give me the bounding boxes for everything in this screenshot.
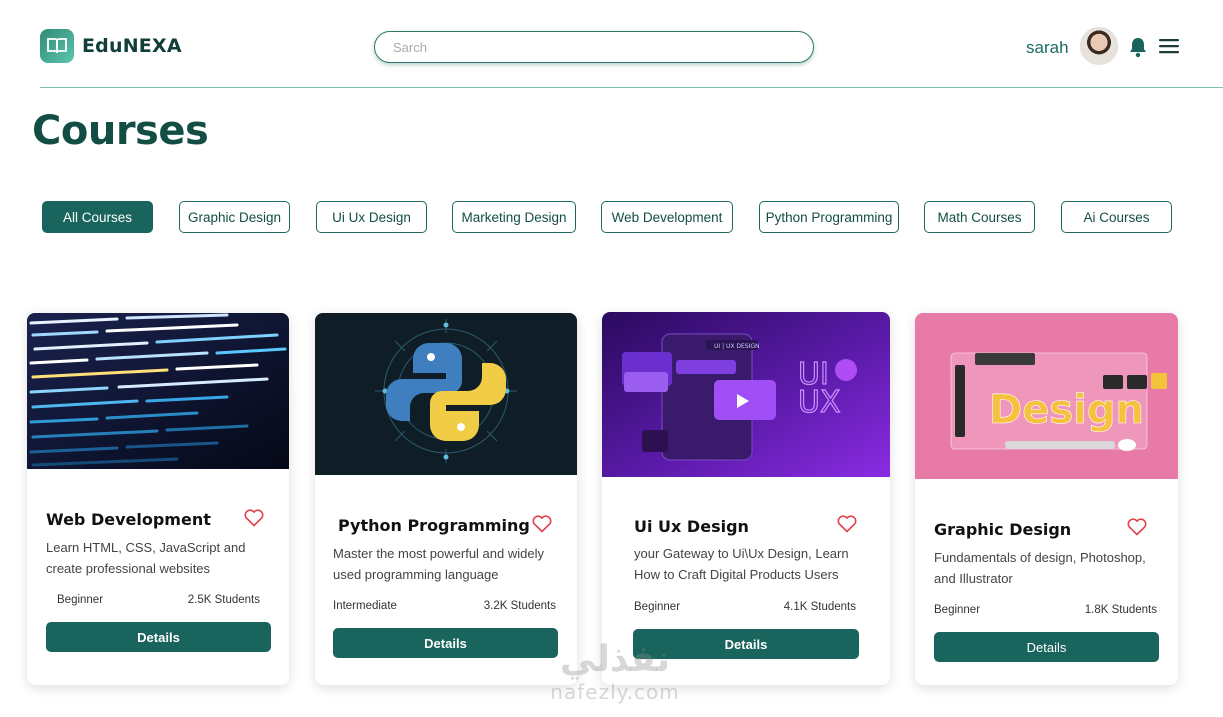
- course-card-ui-ux-design[interactable]: UI | UX DESIGN UI UX Ui Ux Design your G…: [602, 312, 890, 685]
- course-level: Intermediate: [333, 600, 397, 612]
- brand-name: EduNEXA: [82, 35, 182, 57]
- filter-ui-ux-design[interactable]: Ui Ux Design: [316, 201, 427, 233]
- top-header: EduNEXA sarah: [0, 0, 1223, 88]
- heart-icon[interactable]: [837, 515, 857, 533]
- details-button[interactable]: Details: [46, 622, 271, 652]
- course-title[interactable]: Graphic Design: [934, 520, 1071, 539]
- details-button[interactable]: Details: [934, 632, 1159, 662]
- heart-icon[interactable]: [244, 509, 264, 527]
- search-input[interactable]: [374, 31, 814, 63]
- course-description: Master the most powerful and widely used…: [333, 546, 544, 582]
- details-button[interactable]: Details: [333, 628, 558, 658]
- course-level: Beginner: [934, 604, 981, 616]
- filter-graphic-design[interactable]: Graphic Design: [179, 201, 290, 233]
- filter-math-courses[interactable]: Math Courses: [924, 201, 1035, 233]
- ux-image-tag: UI | UX DESIGN: [714, 343, 760, 350]
- course-title[interactable]: Web Development: [46, 510, 211, 529]
- course-image-graphic-design: Design: [915, 313, 1178, 479]
- open-book-icon: [40, 29, 74, 63]
- page-title: Courses: [32, 108, 209, 154]
- course-students: 1.8K Students: [1084, 604, 1157, 616]
- course-level: Beginner: [634, 601, 681, 613]
- filter-marketing-design[interactable]: Marketing Design: [452, 201, 576, 233]
- course-students: 3.2K Students: [483, 600, 556, 612]
- course-image-ui-ux: UI | UX DESIGN UI UX: [602, 312, 890, 477]
- avatar[interactable]: [1080, 27, 1118, 65]
- course-level: Beginner: [57, 594, 104, 606]
- course-card-graphic-design[interactable]: Design Graphic Design Fundamentals of de…: [915, 313, 1178, 685]
- design-image-word: Design: [989, 387, 1144, 433]
- course-image-code: [27, 313, 289, 469]
- course-students: 4.1K Students: [783, 601, 856, 613]
- course-description: Learn HTML, CSS, JavaScript and create p…: [46, 540, 246, 576]
- heart-icon[interactable]: [532, 515, 552, 533]
- course-card-web-development[interactable]: Web Development Learn HTML, CSS, JavaScr…: [27, 313, 289, 685]
- course-title[interactable]: Python Programming: [338, 516, 530, 535]
- heart-icon[interactable]: [1127, 518, 1147, 536]
- course-description: Fundamentals of design, Photoshop, and I…: [934, 550, 1146, 586]
- course-students: 2.5K Students: [187, 594, 260, 606]
- header-divider: [40, 87, 1223, 88]
- bell-icon[interactable]: [1128, 36, 1148, 58]
- course-description: your Gateway to Ui\Ux Design, Learn How …: [634, 546, 849, 582]
- course-title[interactable]: Ui Ux Design: [634, 517, 749, 536]
- hamburger-menu-icon[interactable]: [1159, 38, 1179, 54]
- filter-python-programming[interactable]: Python Programming: [759, 201, 899, 233]
- filter-all-courses[interactable]: All Courses: [42, 201, 153, 233]
- user-name[interactable]: sarah: [1026, 38, 1069, 58]
- course-card-python-programming[interactable]: Python Programming Master the most power…: [315, 313, 577, 685]
- filter-web-development[interactable]: Web Development: [601, 201, 733, 233]
- ux-image-big-ux: UX: [798, 385, 841, 420]
- course-image-python: [315, 313, 577, 475]
- details-button[interactable]: Details: [633, 629, 859, 659]
- brand-logo[interactable]: EduNEXA: [40, 29, 182, 63]
- filter-ai-courses[interactable]: Ai Courses: [1061, 201, 1172, 233]
